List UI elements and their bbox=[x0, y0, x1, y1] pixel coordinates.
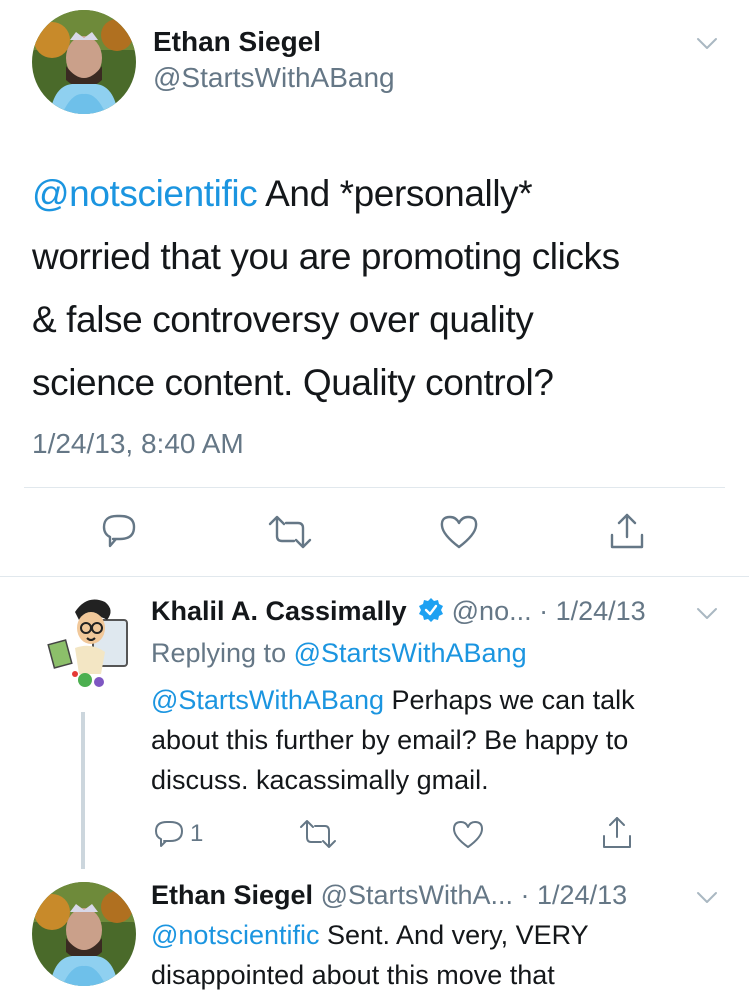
replying-to: Replying to @StartsWithABang bbox=[151, 638, 527, 668]
retweet-icon[interactable] bbox=[299, 819, 337, 849]
tweet-timestamp[interactable]: 1/24/13, 8:40 AM bbox=[32, 428, 244, 460]
retweet-icon[interactable] bbox=[268, 514, 312, 550]
chevron-down-icon[interactable] bbox=[696, 607, 718, 626]
reply-icon[interactable] bbox=[100, 513, 138, 549]
verified-badge-icon bbox=[418, 597, 444, 630]
reply-count: 1 bbox=[190, 820, 204, 847]
author-handle[interactable]: @StartsWithA... bbox=[321, 880, 513, 910]
like-icon[interactable] bbox=[439, 514, 479, 550]
reply-text: @notscientific Sent. And very, VERY disa… bbox=[151, 920, 589, 990]
chevron-down-icon[interactable] bbox=[696, 891, 718, 910]
author-handle[interactable]: @no... bbox=[452, 596, 532, 626]
chevron-down-icon[interactable] bbox=[696, 37, 718, 56]
author-name[interactable]: Ethan Siegel bbox=[153, 26, 321, 58]
divider bbox=[24, 487, 725, 488]
like-icon[interactable] bbox=[451, 819, 485, 849]
author-name[interactable]: Ethan Siegel bbox=[151, 880, 313, 910]
reply-icon[interactable] bbox=[153, 819, 185, 849]
avatar[interactable] bbox=[32, 882, 136, 986]
share-icon[interactable] bbox=[600, 815, 634, 851]
author-name[interactable]: Khalil A. Cassimally bbox=[151, 596, 407, 626]
tweet-date[interactable]: · 1/24/13 bbox=[521, 880, 628, 910]
mention-link[interactable]: @StartsWithABang bbox=[151, 685, 384, 715]
tweet-text: @notscientific And *personally* worried … bbox=[32, 173, 620, 403]
tweet-date[interactable]: · 1/24/13 bbox=[539, 596, 646, 626]
reply-header: Khalil A. Cassimally @no... · 1/24/13 bbox=[151, 596, 646, 630]
mention-link[interactable]: @notscientific bbox=[32, 173, 258, 214]
reply-header: Ethan Siegel @StartsWithA... · 1/24/13 bbox=[151, 880, 627, 911]
replying-to-link[interactable]: @StartsWithABang bbox=[294, 638, 527, 668]
mention-link[interactable]: @notscientific bbox=[151, 920, 319, 950]
thread-line bbox=[81, 712, 85, 869]
avatar[interactable] bbox=[35, 590, 139, 694]
avatar[interactable] bbox=[32, 10, 136, 114]
share-icon[interactable] bbox=[607, 511, 647, 551]
author-handle[interactable]: @StartsWithABang bbox=[153, 62, 395, 94]
section-divider bbox=[0, 576, 749, 577]
reply-text: @StartsWithABang Perhaps we can talk abo… bbox=[151, 685, 635, 795]
